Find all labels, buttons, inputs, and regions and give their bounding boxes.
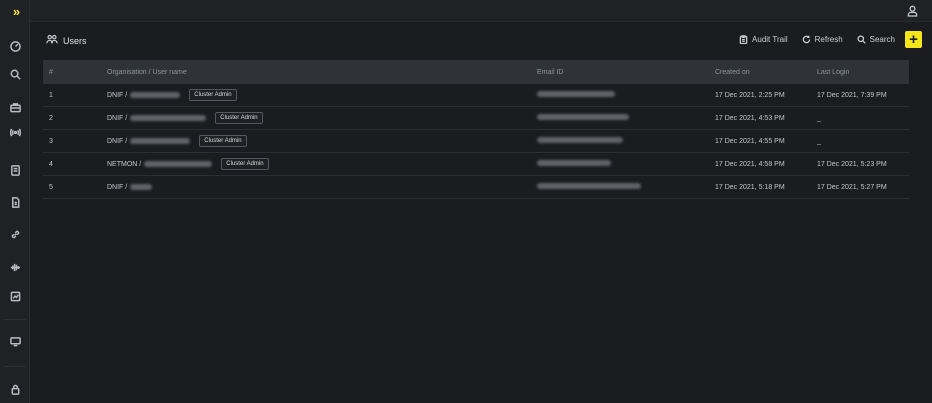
page-header: Users Audit Trail Refresh Search +: [30, 22, 932, 58]
audit-trail-button[interactable]: Audit Trail: [739, 35, 788, 44]
sidebar-divider: [4, 319, 26, 320]
column-header-email[interactable]: Email ID: [537, 69, 715, 76]
app-logo[interactable]: »: [0, 0, 30, 22]
created-cell: 17 Dec 2021, 2:25 PM: [715, 91, 785, 99]
table-row[interactable]: 5 DNIF / 17 Dec 2021, 5:18 PM 17 Dec 202…: [43, 176, 909, 199]
search-label: Search: [869, 35, 895, 44]
last-login-cell: 17 Dec 2021, 5:27 PM: [817, 183, 887, 191]
organisation-cell: DNIF / Cluster Admin: [107, 89, 537, 101]
search-button[interactable]: Search: [857, 35, 895, 44]
table-header: # Organisation / User name Email ID Crea…: [43, 60, 909, 84]
redacted-username: [130, 138, 191, 144]
add-user-button[interactable]: +: [905, 31, 922, 48]
created-cell: 17 Dec 2021, 4:53 PM: [715, 114, 785, 122]
last-login-cell: 17 Dec 2021, 7:39 PM: [817, 91, 887, 99]
organisation-name: DNIF /: [107, 91, 128, 99]
organisation-cell: DNIF / Cluster Admin: [107, 112, 537, 124]
toolbar: Audit Trail Refresh Search +: [739, 31, 922, 48]
table-row[interactable]: 1 DNIF / Cluster Admin 17 Dec 2021, 2:25…: [43, 84, 909, 107]
column-header-index[interactable]: #: [43, 69, 107, 76]
role-badge: Cluster Admin: [189, 89, 237, 101]
email-cell: [537, 160, 715, 168]
redacted-email: [537, 160, 611, 166]
redacted-username: [130, 184, 153, 190]
briefcase-icon[interactable]: [0, 96, 30, 118]
organisation-name: DNIF /: [107, 114, 128, 122]
plus-icon: +: [909, 30, 918, 48]
created-cell: 17 Dec 2021, 4:55 PM: [715, 137, 785, 145]
page-title: Users: [63, 35, 87, 46]
email-cell: [537, 183, 715, 191]
created-cell: 17 Dec 2021, 5:18 PM: [715, 183, 785, 191]
row-number: 2: [49, 114, 53, 122]
signal-icon[interactable]: [0, 121, 30, 143]
role-badge: Cluster Admin: [221, 158, 269, 170]
redacted-username: [130, 115, 207, 121]
column-header-last-login[interactable]: Last Login: [817, 69, 909, 76]
created-cell: 17 Dec 2021, 4:58 PM: [715, 160, 785, 168]
organisation-cell: DNIF / Cluster Admin: [107, 135, 537, 147]
redacted-username: [130, 92, 181, 98]
row-number: 5: [49, 183, 53, 191]
refresh-icon: [802, 35, 810, 44]
email-cell: [537, 114, 715, 122]
last-login-cell: _: [817, 137, 821, 145]
search-icon[interactable]: [0, 63, 30, 85]
chart-card-icon[interactable]: [0, 285, 30, 307]
redacted-username: [144, 161, 213, 167]
waveform-icon[interactable]: [0, 256, 30, 278]
last-login-cell: 17 Dec 2021, 5:23 PM: [817, 160, 887, 168]
user-icon[interactable]: [906, 4, 918, 18]
sidebar-divider: [4, 366, 26, 367]
last-login-cell: _: [817, 114, 821, 122]
column-header-organisation[interactable]: Organisation / User name: [107, 69, 537, 76]
table-row[interactable]: 3 DNIF / Cluster Admin 17 Dec 2021, 4:55…: [43, 130, 909, 153]
organisation-cell: NETMON / Cluster Admin: [107, 158, 537, 170]
users-icon: [46, 34, 58, 47]
sidebar: »: [0, 0, 30, 403]
redacted-email: [537, 183, 641, 189]
redacted-email: [537, 91, 615, 97]
page-title-group: Users: [46, 34, 87, 47]
top-bar: [30, 0, 932, 22]
link-icon[interactable]: [0, 223, 30, 245]
role-badge: Cluster Admin: [215, 112, 263, 124]
document-icon[interactable]: [0, 191, 30, 213]
email-cell: [537, 137, 715, 145]
book-icon[interactable]: [0, 159, 30, 181]
lock-icon[interactable]: [0, 378, 30, 400]
redacted-email: [537, 137, 623, 143]
redacted-email: [537, 114, 629, 120]
organisation-name: DNIF /: [107, 183, 128, 191]
users-table: # Organisation / User name Email ID Crea…: [43, 60, 909, 199]
search-icon: [857, 35, 866, 44]
organisation-name: NETMON /: [107, 160, 142, 168]
audit-trail-label: Audit Trail: [752, 35, 788, 44]
refresh-button[interactable]: Refresh: [802, 35, 843, 44]
row-number: 4: [49, 160, 53, 168]
dashboard-icon[interactable]: [0, 35, 30, 57]
column-header-created[interactable]: Created on: [715, 69, 817, 76]
table-row[interactable]: 2 DNIF / Cluster Admin 17 Dec 2021, 4:53…: [43, 107, 909, 130]
email-cell: [537, 91, 715, 99]
organisation-name: DNIF /: [107, 137, 128, 145]
row-number: 3: [49, 137, 53, 145]
table-row[interactable]: 4 NETMON / Cluster Admin 17 Dec 2021, 4:…: [43, 153, 909, 176]
role-badge: Cluster Admin: [199, 135, 247, 147]
clipboard-icon: [739, 35, 748, 44]
row-number: 1: [49, 91, 53, 99]
refresh-label: Refresh: [814, 35, 843, 44]
organisation-cell: DNIF /: [107, 184, 537, 191]
monitor-icon[interactable]: [0, 330, 30, 352]
